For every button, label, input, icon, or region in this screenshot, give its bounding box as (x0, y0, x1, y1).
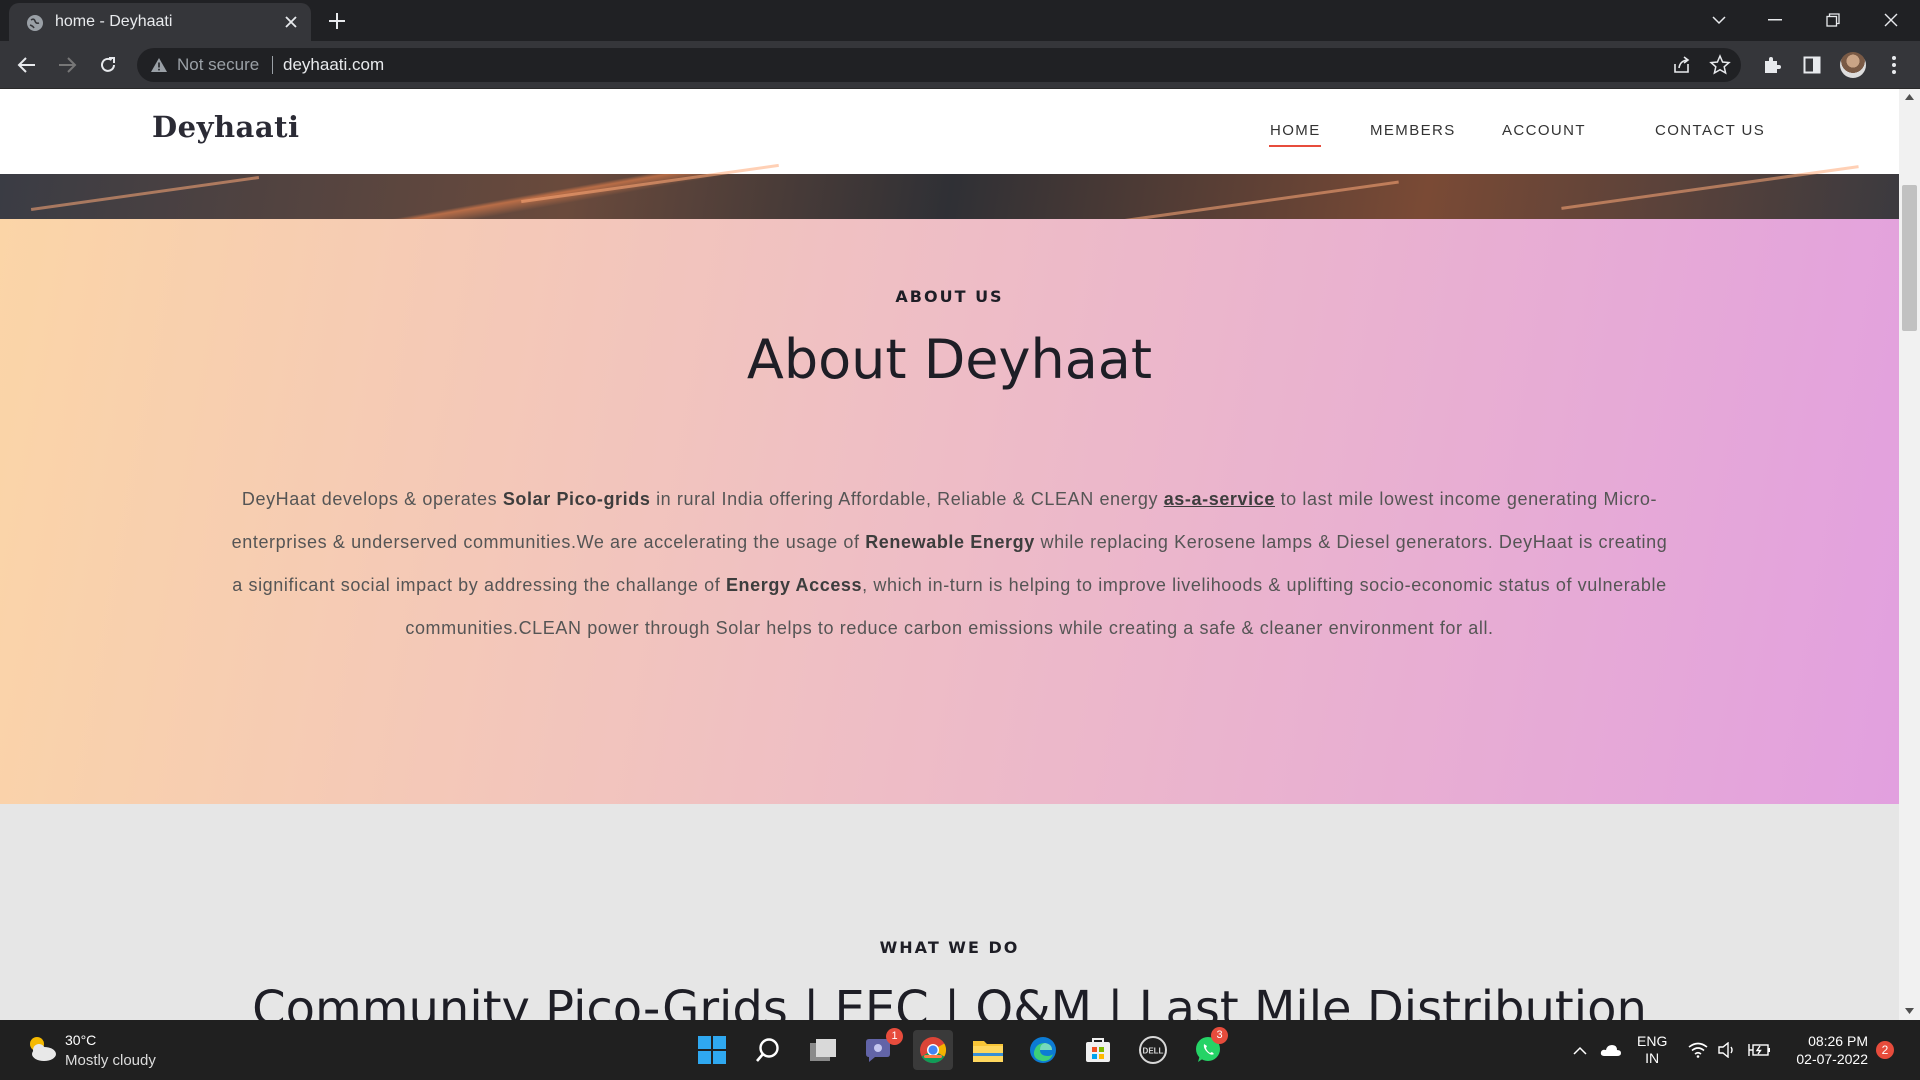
volume-speaker-icon[interactable] (1716, 1040, 1738, 1060)
whatsapp-icon[interactable]: 3 (1188, 1027, 1228, 1070)
chrome-taskbar-icon[interactable] (913, 1030, 953, 1070)
microsoft-store-icon[interactable] (1078, 1030, 1118, 1070)
clock-date: 02-07-2022 (1796, 1051, 1868, 1067)
about-section: ABOUT US About Deyhaat DeyHaat develops … (0, 219, 1899, 804)
show-hidden-icons-chevron-icon[interactable] (1569, 1040, 1591, 1060)
close-window-icon[interactable] (1868, 6, 1914, 34)
about-description: DeyHaat develops & operates Solar Pico-g… (226, 478, 1673, 650)
back-arrow-icon[interactable] (14, 52, 40, 78)
nav-members[interactable]: MEMBERS (1370, 122, 1456, 139)
system-clock[interactable]: 08:26 PM 02-07-2022 (1780, 1032, 1868, 1068)
solar-pico-grids-highlight: Solar Pico-grids (502, 489, 651, 509)
side-panel-icon[interactable] (1800, 53, 1824, 77)
browser-tab-strip: home - Deyhaati (0, 0, 1920, 41)
renewable-energy-highlight: Renewable Energy (865, 532, 1035, 552)
task-view-icon[interactable] (803, 1030, 843, 1070)
active-nav-underline (1269, 145, 1321, 147)
language-code: ENG (1637, 1033, 1668, 1049)
scrollbar-thumb[interactable] (1902, 185, 1917, 331)
restore-icon[interactable] (1810, 6, 1856, 34)
warning-icon[interactable] (150, 57, 168, 73)
site-header: Deyhaati HOME MEMBERS ACCOUNT CONTACT US (0, 89, 1899, 174)
page-viewport: Deyhaati HOME MEMBERS ACCOUNT CONTACT US… (0, 89, 1920, 1020)
notification-count-badge[interactable]: 2 (1876, 1041, 1894, 1059)
site-logo[interactable]: Deyhaati (152, 110, 300, 144)
edge-browser-icon[interactable] (1023, 1030, 1063, 1070)
input-language-indicator[interactable]: ENG IN (1637, 1033, 1667, 1067)
address-bar[interactable]: Not secure deyhaati.com (137, 48, 1741, 82)
browser-menu-kebab-icon[interactable] (1882, 53, 1906, 77)
light-streak (1121, 180, 1399, 223)
browser-toolbar: Not secure deyhaati.com (0, 41, 1920, 89)
nav-home[interactable]: HOME (1270, 122, 1321, 139)
clock-time: 08:26 PM (1808, 1033, 1868, 1049)
about-title: About Deyhaat (746, 328, 1153, 391)
browser-tab[interactable]: home - Deyhaati (9, 3, 311, 41)
forward-arrow-icon[interactable] (54, 52, 80, 78)
extensions-puzzle-icon[interactable] (1760, 53, 1784, 77)
tab-title: home - Deyhaati (55, 13, 173, 30)
weather-temperature[interactable]: 30°C (65, 1032, 96, 1048)
partly-cloudy-weather-icon[interactable] (24, 1034, 58, 1064)
dell-app-icon[interactable]: DELL (1133, 1030, 1173, 1070)
hero-image-strip (0, 163, 1899, 223)
nav-contact-us[interactable]: CONTACT US (1655, 122, 1765, 139)
as-a-service-link[interactable]: as-a-service (1164, 489, 1275, 509)
battery-charging-icon[interactable] (1748, 1040, 1770, 1060)
minimize-icon[interactable] (1752, 6, 1798, 34)
what-we-do-eyebrow: WHAT WE DO (879, 938, 1020, 957)
nav-account[interactable]: ACCOUNT (1502, 122, 1586, 139)
reload-icon[interactable] (95, 52, 121, 78)
about-text: DeyHaat develops & operates (241, 489, 503, 509)
onedrive-cloud-icon[interactable] (1600, 1040, 1622, 1060)
energy-access-highlight: Energy Access (725, 575, 863, 595)
bookmark-star-icon[interactable] (1709, 54, 1731, 76)
what-we-do-title: Community Pico-Grids | EEC | O&M | Last … (252, 981, 1647, 1020)
svg-text:DELL: DELL (1143, 1047, 1164, 1056)
page-scrollbar[interactable] (1899, 89, 1920, 1020)
tab-search-chevron-icon[interactable] (1696, 6, 1742, 34)
address-separator (272, 56, 273, 74)
about-text: in rural India offering Affordable, Reli… (650, 489, 1164, 509)
whatsapp-badge: 3 (1211, 1027, 1228, 1044)
active-app-indicator (924, 1055, 942, 1058)
new-tab-plus-icon[interactable] (325, 9, 349, 33)
globe-icon (27, 15, 43, 31)
windows-taskbar: 30°C Mostly cloudy 1 DELL 3 ENG IN 08:26… (0, 1020, 1920, 1080)
light-streak (30, 176, 260, 211)
search-icon[interactable] (748, 1030, 788, 1070)
file-explorer-folder-icon[interactable] (968, 1030, 1008, 1070)
share-icon[interactable] (1671, 54, 1693, 76)
region-code: IN (1645, 1050, 1660, 1066)
teams-badge: 1 (886, 1028, 903, 1045)
close-tab-icon[interactable] (281, 12, 301, 32)
teams-chat-icon[interactable]: 1 (858, 1028, 903, 1070)
weather-description[interactable]: Mostly cloudy (65, 1052, 156, 1069)
scroll-down-arrow-icon[interactable] (1904, 1007, 1915, 1015)
security-status-label[interactable]: Not secure (177, 55, 259, 75)
scroll-up-arrow-icon[interactable] (1904, 93, 1915, 101)
wifi-icon[interactable] (1687, 1040, 1709, 1060)
start-windows-icon[interactable] (692, 1030, 732, 1070)
url-text[interactable]: deyhaati.com (283, 55, 384, 75)
profile-avatar[interactable] (1840, 52, 1866, 78)
about-eyebrow: ABOUT US (895, 287, 1004, 306)
